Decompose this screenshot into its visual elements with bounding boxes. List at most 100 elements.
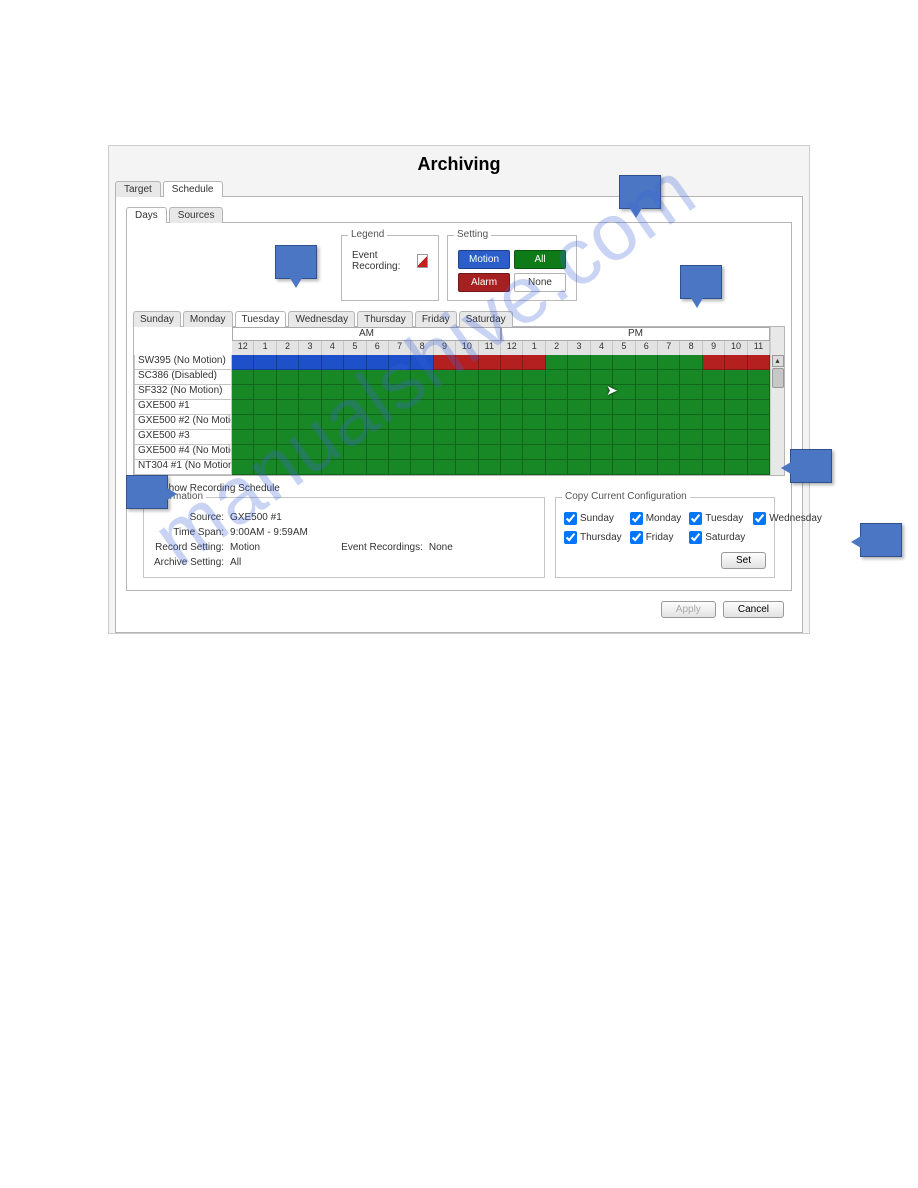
schedule-cell[interactable] bbox=[501, 415, 523, 430]
schedule-cell[interactable] bbox=[680, 430, 702, 445]
schedule-cell[interactable] bbox=[456, 355, 478, 370]
schedule-cell[interactable] bbox=[501, 370, 523, 385]
schedule-cell[interactable] bbox=[299, 385, 321, 400]
schedule-row[interactable] bbox=[232, 370, 770, 385]
schedule-cell[interactable] bbox=[299, 460, 321, 475]
schedule-cell[interactable] bbox=[411, 400, 433, 415]
schedule-cell[interactable] bbox=[456, 385, 478, 400]
schedule-cell[interactable] bbox=[568, 370, 590, 385]
schedule-cell[interactable] bbox=[389, 415, 411, 430]
schedule-cell[interactable] bbox=[725, 445, 747, 460]
copy-day-checkbox[interactable]: Thursday bbox=[564, 531, 622, 544]
schedule-cell[interactable] bbox=[389, 460, 411, 475]
source-row-label[interactable]: SF332 (No Motion) bbox=[134, 385, 232, 400]
schedule-cell[interactable] bbox=[680, 445, 702, 460]
schedule-cell[interactable] bbox=[523, 445, 545, 460]
source-row-label[interactable]: NT304 #1 (No Motion) bbox=[134, 460, 232, 475]
schedule-cell[interactable] bbox=[389, 370, 411, 385]
schedule-cell[interactable] bbox=[434, 430, 456, 445]
schedule-cell[interactable] bbox=[344, 400, 366, 415]
schedule-cell[interactable] bbox=[523, 430, 545, 445]
schedule-cell[interactable] bbox=[322, 400, 344, 415]
schedule-cell[interactable] bbox=[523, 460, 545, 475]
schedule-cell[interactable] bbox=[658, 445, 680, 460]
schedule-cell[interactable] bbox=[299, 445, 321, 460]
schedule-cell[interactable] bbox=[232, 370, 254, 385]
schedule-cell[interactable] bbox=[568, 385, 590, 400]
schedule-cell[interactable] bbox=[703, 385, 725, 400]
source-row-label[interactable]: GXE500 #2 (No Motion) bbox=[134, 415, 232, 430]
copy-day-input[interactable] bbox=[630, 531, 643, 544]
schedule-cell[interactable] bbox=[568, 400, 590, 415]
schedule-cell[interactable] bbox=[232, 355, 254, 370]
schedule-cell[interactable] bbox=[411, 430, 433, 445]
schedule-cell[interactable] bbox=[367, 370, 389, 385]
schedule-row[interactable] bbox=[232, 430, 770, 445]
schedule-cell[interactable] bbox=[523, 370, 545, 385]
schedule-cell[interactable] bbox=[568, 430, 590, 445]
schedule-cell[interactable] bbox=[456, 460, 478, 475]
schedule-cell[interactable] bbox=[658, 355, 680, 370]
tab-tuesday[interactable]: Tuesday bbox=[235, 311, 287, 327]
schedule-cell[interactable] bbox=[546, 400, 568, 415]
schedule-cell[interactable] bbox=[367, 445, 389, 460]
schedule-cell[interactable] bbox=[299, 415, 321, 430]
setting-all-button[interactable]: All bbox=[514, 250, 566, 269]
schedule-cell[interactable] bbox=[501, 355, 523, 370]
schedule-cell[interactable] bbox=[613, 355, 635, 370]
schedule-cell[interactable] bbox=[546, 355, 568, 370]
schedule-cell[interactable] bbox=[748, 445, 770, 460]
schedule-cell[interactable] bbox=[322, 445, 344, 460]
source-row-label[interactable]: GXE500 #3 bbox=[134, 430, 232, 445]
schedule-cell[interactable] bbox=[658, 385, 680, 400]
schedule-cell[interactable] bbox=[546, 430, 568, 445]
setting-alarm-button[interactable]: Alarm bbox=[458, 273, 510, 292]
schedule-cell[interactable] bbox=[479, 385, 501, 400]
schedule-cell[interactable] bbox=[748, 385, 770, 400]
copy-day-checkbox[interactable]: Monday bbox=[630, 512, 682, 525]
schedule-row[interactable] bbox=[232, 355, 770, 370]
schedule-cell[interactable] bbox=[299, 355, 321, 370]
schedule-cell[interactable] bbox=[546, 370, 568, 385]
schedule-cell[interactable] bbox=[389, 445, 411, 460]
schedule-cell[interactable] bbox=[254, 430, 276, 445]
grid-scrollbar[interactable]: ▴ bbox=[770, 327, 784, 475]
schedule-cell[interactable] bbox=[523, 355, 545, 370]
schedule-cell[interactable] bbox=[725, 385, 747, 400]
tab-days[interactable]: Days bbox=[126, 207, 167, 223]
schedule-cell[interactable] bbox=[322, 460, 344, 475]
schedule-cell[interactable] bbox=[680, 415, 702, 430]
schedule-cell[interactable] bbox=[680, 355, 702, 370]
schedule-cell[interactable] bbox=[501, 460, 523, 475]
schedule-cell[interactable] bbox=[254, 400, 276, 415]
schedule-row[interactable] bbox=[232, 445, 770, 460]
schedule-cell[interactable] bbox=[703, 460, 725, 475]
schedule-cell[interactable] bbox=[636, 355, 658, 370]
source-row-label[interactable]: SW395 (No Motion) bbox=[134, 355, 232, 370]
schedule-cell[interactable] bbox=[434, 415, 456, 430]
schedule-cell[interactable] bbox=[277, 430, 299, 445]
scroll-up-icon[interactable]: ▴ bbox=[772, 355, 784, 367]
schedule-row[interactable] bbox=[232, 415, 770, 430]
schedule-cell[interactable] bbox=[389, 355, 411, 370]
schedule-cell[interactable] bbox=[232, 460, 254, 475]
schedule-cell[interactable] bbox=[367, 430, 389, 445]
schedule-cell[interactable] bbox=[434, 460, 456, 475]
schedule-cell[interactable] bbox=[636, 445, 658, 460]
tab-schedule[interactable]: Schedule bbox=[163, 181, 223, 197]
schedule-cell[interactable] bbox=[232, 430, 254, 445]
schedule-cell[interactable] bbox=[411, 355, 433, 370]
schedule-cell[interactable] bbox=[322, 370, 344, 385]
schedule-cell[interactable] bbox=[636, 400, 658, 415]
schedule-cell[interactable] bbox=[658, 400, 680, 415]
schedule-cell[interactable] bbox=[703, 445, 725, 460]
schedule-cell[interactable] bbox=[479, 400, 501, 415]
schedule-cell[interactable] bbox=[254, 355, 276, 370]
schedule-cell[interactable] bbox=[277, 400, 299, 415]
source-row-label[interactable]: GXE500 #1 bbox=[134, 400, 232, 415]
schedule-cell[interactable] bbox=[232, 445, 254, 460]
tab-friday[interactable]: Friday bbox=[415, 311, 457, 327]
schedule-cell[interactable] bbox=[277, 355, 299, 370]
schedule-cell[interactable] bbox=[568, 460, 590, 475]
schedule-cell[interactable] bbox=[680, 385, 702, 400]
